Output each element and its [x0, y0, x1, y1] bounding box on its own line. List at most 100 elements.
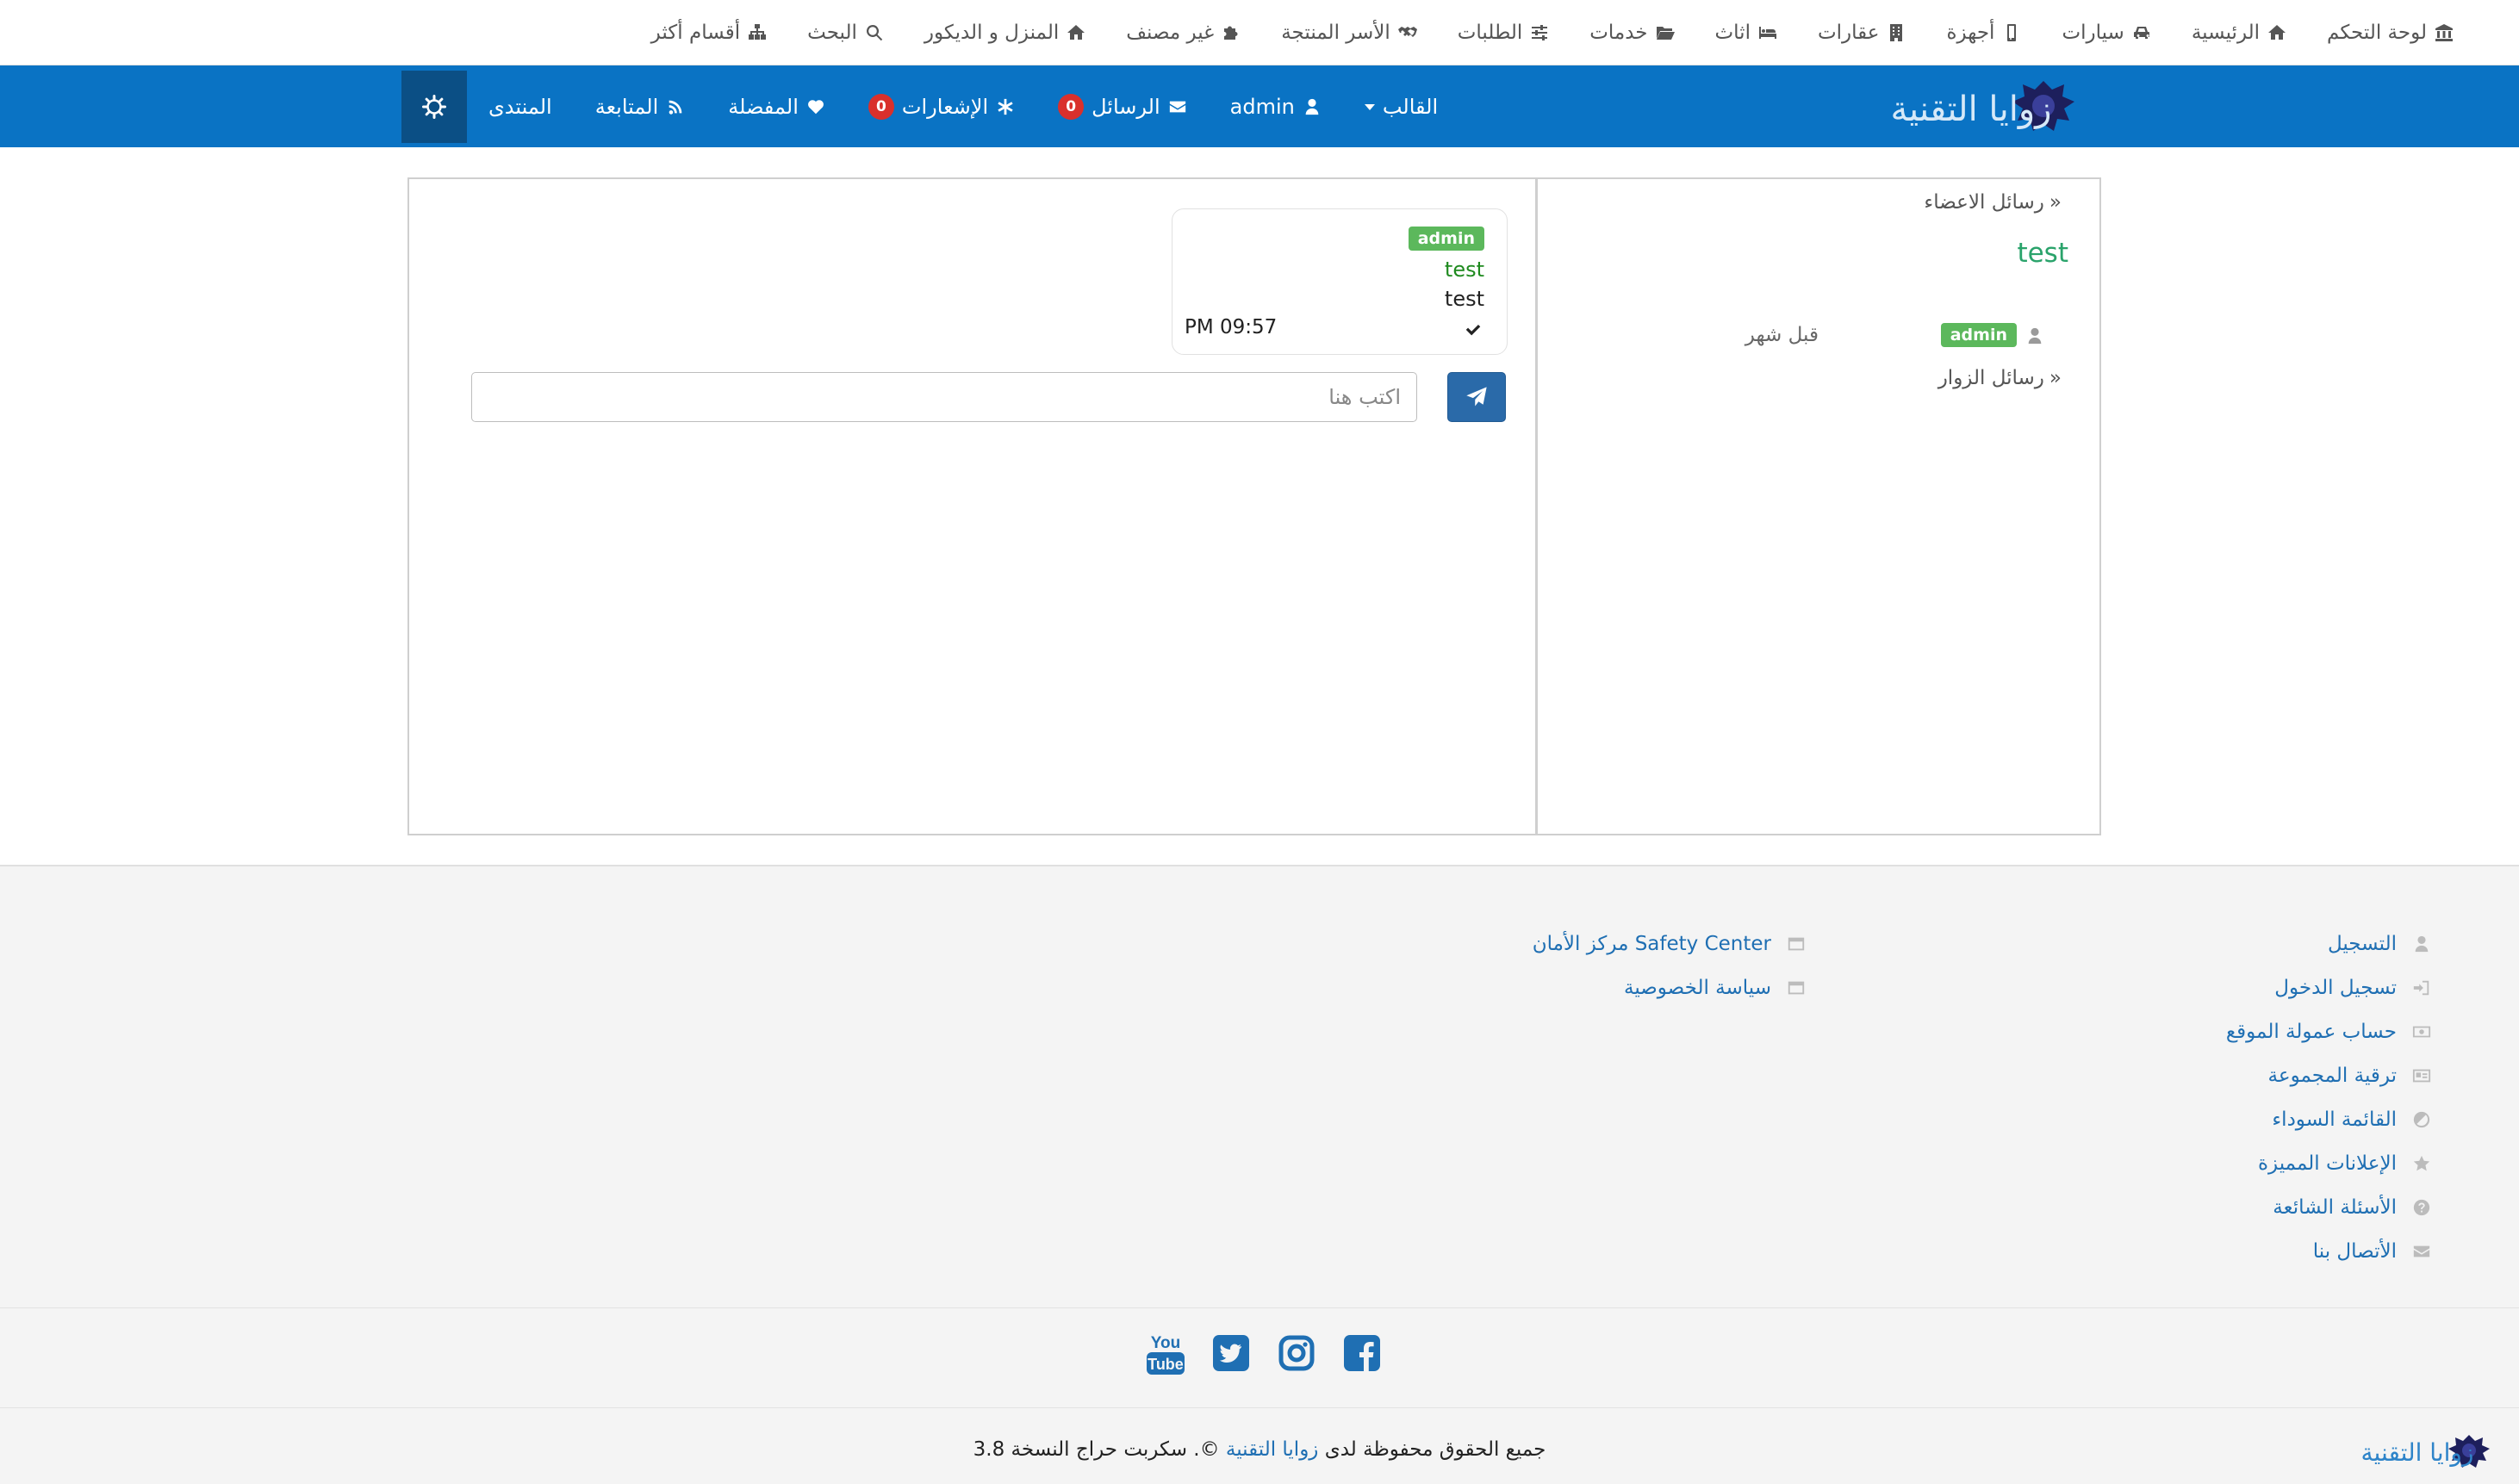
nav-forum[interactable]: المنتدى: [467, 71, 574, 143]
footer-link-label: حساب عمولة الموقع: [2225, 1020, 2397, 1043]
user-icon: [2028, 327, 2042, 345]
footer-link-faq[interactable]: الأسئلة الشائعة: [2226, 1185, 2431, 1229]
copyright-suffix: ©. سكربت حراج النسخة 3.8: [973, 1438, 1220, 1461]
topnav-home[interactable]: الرئيسية: [2172, 0, 2307, 65]
footer-link-label: القائمة السوداء: [2272, 1108, 2397, 1131]
topnav-services[interactable]: خدمات: [1570, 0, 1695, 65]
copyright-site-link[interactable]: زوايا التقنية: [1226, 1438, 1319, 1461]
topnav-label: خدمات: [1589, 22, 1648, 44]
topnav-label: أقسام أكثر: [650, 22, 741, 44]
sitemap-icon: [749, 24, 767, 40]
instagram-link[interactable]: [1277, 1332, 1316, 1375]
handshake-icon: [1397, 27, 1417, 37]
message-bubble: admin test test PM 09:57: [1172, 208, 1508, 355]
members-messages-link[interactable]: » رسائل الاعضاء: [1924, 191, 2062, 214]
topnav-label: أجهزة: [1946, 22, 1995, 44]
topnav-requests[interactable]: الطلبات: [1438, 0, 1570, 65]
window-icon: [1788, 937, 1805, 950]
topnav-label: غير مصنف: [1126, 22, 1215, 44]
conversation-title[interactable]: test: [2017, 238, 2068, 269]
send-button[interactable]: [1447, 372, 1506, 422]
user-icon: [1305, 98, 1319, 115]
youtube-link[interactable]: You Tube: [1146, 1332, 1185, 1375]
footer-link-featured-ads[interactable]: الإعلانات المميزة: [2226, 1141, 2431, 1185]
footer-link-contact[interactable]: الأتصال بنا: [2226, 1229, 2431, 1273]
conversation-row[interactable]: admin قبل شهر: [1538, 320, 2099, 351]
message-text: test: [1444, 287, 1484, 311]
instagram-icon: [1278, 1335, 1315, 1371]
nav-favorites[interactable]: المفضلة: [706, 71, 847, 143]
paper-plane-icon: [1466, 387, 1487, 407]
footer-link-login[interactable]: تسجيل الدخول: [2226, 966, 2431, 1009]
topnav-uncategorized[interactable]: غير مصنف: [1106, 0, 1261, 65]
envelope-icon: [1169, 101, 1185, 113]
double-angle-right-icon: »: [2049, 367, 2062, 389]
members-messages-label: رسائل الاعضاء: [1924, 191, 2044, 214]
gear-icon: [422, 95, 446, 119]
topnav-label: المنزل و الديكور: [924, 22, 1060, 44]
nav-following[interactable]: المتابعة: [574, 71, 707, 143]
nav-messages[interactable]: الرسائل 0: [1036, 71, 1209, 143]
mobile-icon: [2007, 24, 2017, 41]
topnav-real-estate[interactable]: عقارات: [1798, 0, 1927, 65]
caret-down-icon: [1364, 103, 1375, 110]
sliders-icon: [1532, 25, 1548, 40]
asterisk-icon: [998, 98, 1013, 115]
topnav-label: سيارات: [2062, 22, 2124, 44]
footer-link-label: الأتصال بنا: [2312, 1239, 2397, 1263]
footer-link-register[interactable]: التسجيل: [2226, 922, 2431, 966]
home-icon: [2268, 25, 2286, 40]
navbar-items: المنتدى المتابعة المفضلة الإشعارات 0 الر…: [401, 71, 1459, 143]
footer-link-commission[interactable]: حساب عمولة الموقع: [2226, 1009, 2431, 1053]
star-icon: [2413, 1155, 2430, 1170]
footer: التسجيل تسجيل الدخول حساب عمولة الموقع ت…: [0, 865, 2519, 1484]
social-links: You Tube: [1146, 1332, 1382, 1375]
topnav-cars[interactable]: سيارات: [2042, 0, 2171, 65]
topnav-label: الرئيسية: [2191, 22, 2261, 44]
copyright-prefix: جميع الحقوق محفوظة لدى: [1324, 1438, 1546, 1461]
messages-count-badge: 0: [1058, 94, 1085, 120]
topnav-more-sections[interactable]: أقسام أكثر: [631, 0, 787, 65]
topnav-devices[interactable]: أجهزة: [1926, 0, 2042, 65]
user-icon: [2415, 935, 2429, 952]
message-time: PM 09:57: [1185, 316, 1278, 338]
conversation-panel: admin test test PM 09:57: [407, 177, 1537, 835]
topnav-home-decor[interactable]: المنزل و الديكور: [905, 0, 1106, 65]
footer-link-label: سياسة الخصوصية: [1623, 976, 1771, 999]
topnav-furniture[interactable]: اثاث: [1695, 0, 1798, 65]
footer-divider-bottom: [0, 1407, 2519, 1408]
envelope-icon: [2413, 1245, 2430, 1257]
nav-user[interactable]: admin: [1209, 71, 1343, 143]
topnav-dashboard[interactable]: لوحة التحكم: [2307, 0, 2474, 65]
visitors-messages-link[interactable]: » رسائل الزوار: [1938, 367, 2062, 389]
message-input[interactable]: [471, 372, 1417, 422]
check-icon: [1465, 324, 1481, 336]
footer-link-privacy[interactable]: سياسة الخصوصية: [1533, 966, 1806, 1009]
nav-messages-label: الرسائل: [1092, 95, 1160, 119]
site-logo[interactable]: زوايا التقنية: [1871, 76, 2076, 138]
rss-icon: [669, 100, 682, 115]
nav-notifications-label: الإشعارات: [901, 95, 989, 119]
footer-links-primary: التسجيل تسجيل الدخول حساب عمولة الموقع ت…: [2226, 922, 2431, 1273]
footer-link-blacklist[interactable]: القائمة السوداء: [2226, 1097, 2431, 1141]
home-icon: [1067, 25, 1085, 40]
logo-text: زوايا التقنية: [1891, 90, 2052, 129]
footer-link-upgrade-group[interactable]: ترقية المجموعة: [2226, 1053, 2431, 1097]
nav-theme-dropdown[interactable]: القالب: [1343, 71, 1459, 143]
topnav-productive-families[interactable]: الأسر المنتجة: [1261, 0, 1438, 65]
search-icon: [866, 25, 883, 41]
nav-notifications[interactable]: الإشعارات 0: [847, 71, 1036, 143]
footer-link-safety-center[interactable]: مركز الأمان Safety Center: [1533, 922, 1806, 966]
twitter-link[interactable]: [1211, 1332, 1251, 1375]
nav-theme-label: القالب: [1382, 95, 1439, 119]
sign-in-icon: [2413, 980, 2429, 995]
facebook-link[interactable]: [1342, 1332, 1382, 1375]
footer-logo[interactable]: زوايا التقنية: [2357, 1431, 2490, 1471]
heart-icon: [807, 100, 824, 115]
topnav-label: البحث: [807, 22, 857, 44]
main-navbar: زوايا التقنية المنتدى المتابعة المفضلة ا…: [0, 65, 2519, 147]
nav-favorites-label: المفضلة: [728, 95, 799, 119]
topnav-search[interactable]: البحث: [787, 0, 905, 65]
footer-link-label: تسجيل الدخول: [2274, 976, 2397, 999]
settings-button[interactable]: [401, 71, 467, 143]
